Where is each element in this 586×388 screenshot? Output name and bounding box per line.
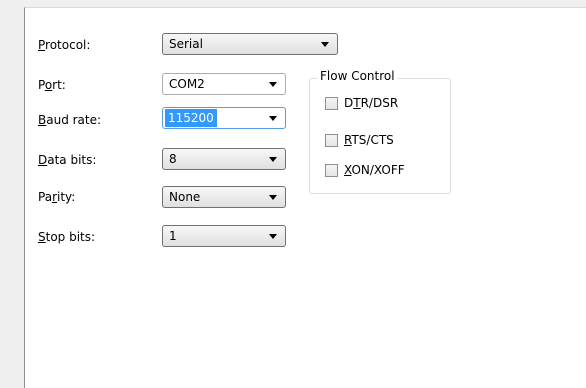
settings-panel xyxy=(24,7,586,388)
xon-xoff-label[interactable]: XON/XOFF xyxy=(344,162,405,178)
stop-bits-label: Stop bits: xyxy=(38,230,96,244)
chevron-down-icon xyxy=(321,42,329,47)
port-value: COM2 xyxy=(169,77,205,91)
chevron-down-icon xyxy=(269,234,277,239)
baud-rate-label-accesskey: B xyxy=(38,113,47,127)
chevron-down-icon xyxy=(269,82,277,87)
protocol-value: Serial xyxy=(169,37,203,51)
left-frame xyxy=(0,7,24,378)
data-bits-label-accesskey: D xyxy=(38,153,48,167)
flow-control-title: Flow Control xyxy=(317,68,398,84)
dtr-dsr-checkbox[interactable] xyxy=(325,97,338,110)
rts-cts-checkbox[interactable] xyxy=(325,134,338,147)
port-label: Port: xyxy=(38,78,66,92)
serial-settings-dialog: Protocol: Serial Port: COM2 Baud rate: 1… xyxy=(0,0,586,388)
parity-dropdown[interactable]: None xyxy=(162,186,286,208)
protocol-dropdown[interactable]: Serial xyxy=(162,33,338,55)
chevron-down-icon xyxy=(269,116,277,121)
chevron-down-icon xyxy=(269,195,277,200)
protocol-label-accesskey: P xyxy=(38,38,46,52)
data-bits-label: Data bits: xyxy=(38,153,97,167)
parity-label: Parity: xyxy=(38,190,76,204)
stop-bits-label-accesskey: S xyxy=(38,230,46,244)
chevron-down-icon xyxy=(269,157,277,162)
protocol-label: Protocol: xyxy=(38,38,91,52)
port-combobox[interactable]: COM2 xyxy=(162,73,286,95)
baud-rate-combobox[interactable]: 115200 xyxy=(162,107,286,129)
xon-xoff-checkbox[interactable] xyxy=(325,164,338,177)
data-bits-value: 8 xyxy=(169,152,177,166)
dtr-dsr-label[interactable]: DTR/DSR xyxy=(344,95,398,111)
rts-cts-label[interactable]: RTS/CTS xyxy=(344,132,394,148)
top-frame xyxy=(0,0,586,7)
baud-rate-label: Baud rate: xyxy=(38,113,102,127)
stop-bits-dropdown[interactable]: 1 xyxy=(162,225,286,247)
parity-value: None xyxy=(169,190,201,204)
stop-bits-value: 1 xyxy=(169,229,177,243)
dtr-dsr-accesskey: T xyxy=(353,96,361,110)
baud-rate-value[interactable]: 115200 xyxy=(165,109,217,127)
data-bits-dropdown[interactable]: 8 xyxy=(162,148,286,170)
